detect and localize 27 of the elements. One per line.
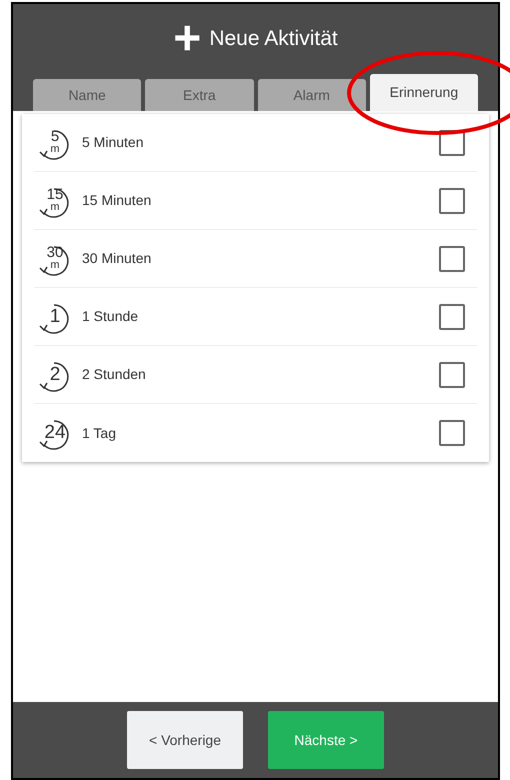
checkbox[interactable] [439, 130, 465, 156]
reminder-label: 5 Minuten [82, 133, 144, 152]
checkbox[interactable] [439, 420, 465, 446]
checkbox[interactable] [439, 304, 465, 330]
tab[interactable]: Alarm [258, 79, 366, 111]
previous-button[interactable]: < Vorherige [127, 711, 243, 769]
reminder-label: 2 Stunden [82, 365, 147, 384]
plus-icon: + [173, 19, 202, 59]
icon-number: 15 [46, 186, 64, 202]
icon-number: 2 [48, 364, 62, 384]
tab[interactable]: Name [33, 79, 142, 111]
icon-unit: m [49, 202, 61, 212]
icon-number: 1 [48, 306, 62, 326]
screen-title: Neue Aktivität [209, 26, 338, 52]
tab[interactable]: Extra [145, 79, 254, 111]
icon-unit: m [49, 144, 61, 154]
reminder-label: 1 Stunde [82, 307, 140, 326]
reminder-label: 30 Minuten [82, 249, 152, 268]
icon-number: 24 [44, 423, 66, 443]
checkbox[interactable] [439, 188, 465, 214]
reminder-label: 1 Tag [82, 424, 117, 443]
next-button[interactable]: Nächste > [268, 711, 384, 769]
tab[interactable]: Erinnerung [370, 74, 478, 111]
checkbox[interactable] [439, 246, 465, 272]
icon-unit: m [49, 260, 61, 270]
reminder-label: 15 Minuten [82, 191, 152, 210]
checkbox[interactable] [439, 362, 465, 388]
